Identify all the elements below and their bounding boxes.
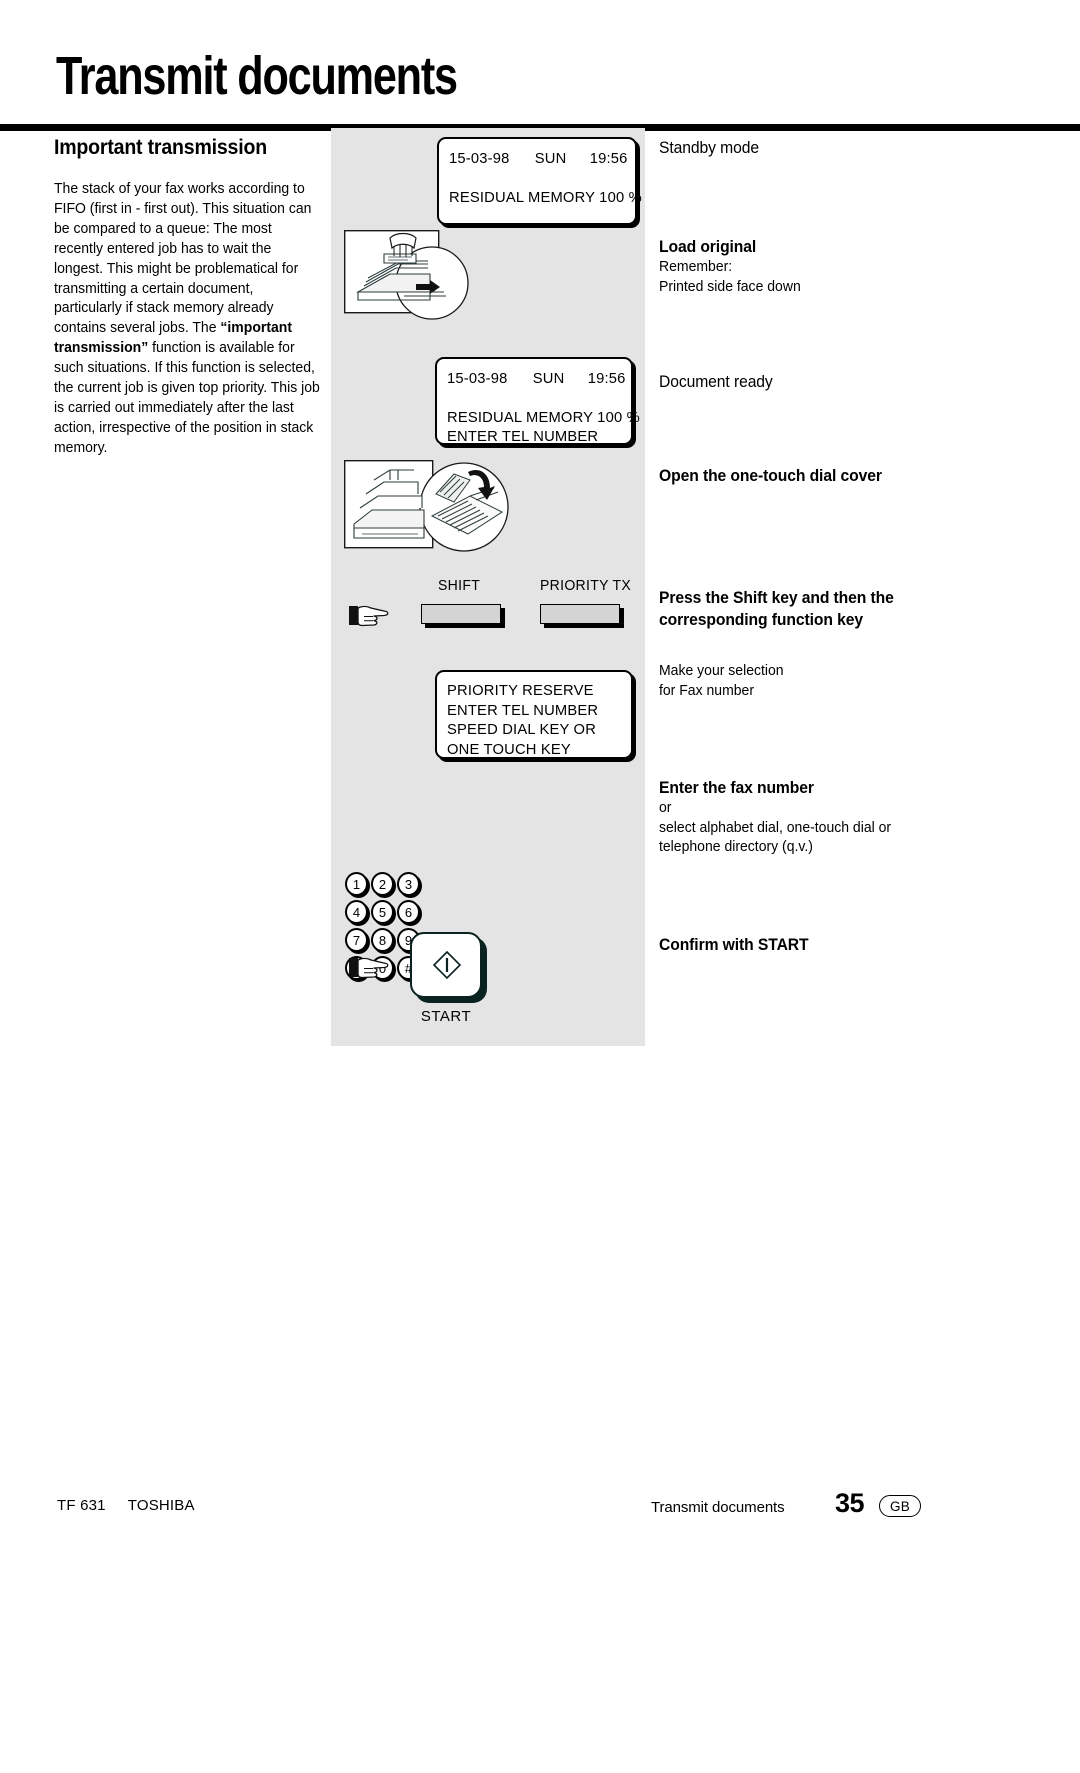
lcd3-line-2: ENTER TEL NUMBER — [447, 701, 599, 719]
lcd-display-document-ready: 15-03-98 SUN 19:56 RESIDUAL MEMORY 100 % E… — [435, 357, 640, 445]
instruction-document-ready: Document ready — [659, 371, 989, 393]
left-text-column: Important transmission The stack of your… — [54, 136, 322, 459]
instruction-line: Make your selection — [659, 663, 784, 679]
lcd1-date: 15-03-98 — [449, 150, 510, 167]
instruction-heading: Standby mode — [659, 139, 759, 157]
manual-page: Transmit documents Important transmissio… — [0, 0, 1080, 1773]
instruction-line: telephone directory (q.v.) — [659, 839, 813, 855]
footer-chapter: Transmit documents — [651, 1499, 785, 1516]
lcd2-prompt-row: ENTER TEL NUMBER — [447, 428, 599, 445]
instruction-heading: Load original — [659, 238, 757, 256]
keypad-row: 456 — [345, 900, 420, 924]
section-heading: Important transmission — [54, 136, 267, 159]
keypad-key[interactable]: 2 — [371, 872, 394, 896]
lcd2-status-row: 15-03-98 SUN 19:56 — [447, 370, 625, 387]
paragraph-text-2: function is available for such situation… — [54, 340, 320, 456]
keypad-key[interactable]: 3 — [397, 872, 420, 896]
lcd1-status-row: 15-03-98 SUN 19:56 — [449, 150, 629, 167]
footer-brand: TOSHIBA — [127, 1497, 195, 1514]
instruction-heading: Enter the fax number — [659, 779, 814, 797]
keypad-key[interactable]: 6 — [397, 900, 420, 924]
lcd3-line-4: ONE TOUCH KEY — [447, 741, 571, 759]
keypad-key[interactable]: 7 — [345, 928, 368, 952]
instruction-load-original: Load original Remember: Printed side fac… — [659, 236, 989, 297]
start-key-label: START — [420, 1008, 472, 1025]
start-button[interactable] — [410, 932, 482, 998]
lcd3-line-1: PRIORITY RESERVE — [447, 682, 594, 699]
keypad-key[interactable]: 8 — [371, 928, 394, 952]
keypad-row: 123 — [345, 872, 420, 896]
start-diamond-icon — [432, 950, 462, 980]
priority-tx-key[interactable] — [540, 604, 620, 624]
instruction-enter-fax-number: Enter the fax number or select alphabet … — [659, 777, 989, 858]
instruction-heading: Press the Shift key and then the corresp… — [659, 589, 894, 629]
pointing-hand-icon-start — [349, 957, 389, 979]
lcd2-time: 19:56 — [587, 370, 626, 387]
keypad-key[interactable]: 4 — [345, 900, 368, 924]
paragraph-text-1: The stack of your fax works according to… — [54, 181, 312, 337]
shift-key-label: SHIFT — [438, 578, 481, 594]
instruction-heading: Document ready — [659, 373, 773, 391]
instruction-heading: Confirm with START — [659, 936, 809, 954]
page-title: Transmit documents — [56, 46, 458, 106]
lcd2-day: SUN — [532, 370, 565, 387]
intro-paragraph: The stack of your fax works according to… — [54, 180, 322, 459]
instruction-confirm-start: Confirm with START — [659, 934, 989, 956]
lcd1-time: 19:56 — [589, 150, 628, 167]
page-footer: TF 631 TOSHIBA Transmit documents 35 GB — [0, 1488, 1080, 1532]
instruction-line: for Fax number — [659, 682, 754, 699]
instruction-heading: Open the one-touch dial cover — [659, 467, 882, 485]
shift-key[interactable] — [421, 604, 501, 624]
footer-page-number: 35 — [835, 1488, 865, 1518]
instruction-line: Remember: — [659, 259, 733, 275]
instruction-press-shift: Press the Shift key and then the corresp… — [659, 587, 919, 631]
lcd-display-priority-reserve: PRIORITY RESERVE ENTER TEL NUMBER SPEED … — [435, 670, 633, 759]
footer-locale-badge: GB — [879, 1495, 921, 1517]
instruction-line: select alphabet dial, one-touch dial or — [659, 819, 892, 836]
lcd1-memory-row: RESIDUAL MEMORY 100 % — [449, 189, 642, 206]
instruction-line: Printed side face down — [659, 278, 801, 295]
lcd3-line-3: SPEED DIAL KEY OR — [447, 721, 597, 739]
keypad-key[interactable]: 5 — [371, 900, 394, 924]
pointing-hand-icon — [349, 605, 389, 627]
lcd1-day: SUN — [534, 150, 567, 167]
load-original-illustration — [344, 230, 469, 320]
instruction-line: or — [659, 800, 672, 816]
lcd2-memory-row: RESIDUAL MEMORY 100 % — [447, 409, 640, 426]
footer-model: TF 631 — [57, 1497, 106, 1514]
footer-left: TF 631 TOSHIBA — [57, 1497, 195, 1514]
priority-tx-key-label: PRIORITY TX — [540, 578, 631, 594]
keypad-row: 789 — [345, 928, 420, 952]
keypad-key[interactable]: 1 — [345, 872, 368, 896]
lcd-display-standby: 15-03-98 SUN 19:56 RESIDUAL MEMORY 100 % — [437, 137, 642, 225]
instruction-open-cover: Open the one-touch dial cover — [659, 465, 989, 487]
instruction-standby: Standby mode — [659, 137, 989, 159]
open-cover-illustration — [344, 460, 509, 552]
instruction-make-selection: Make your selection for Fax number — [659, 662, 989, 701]
lcd2-date: 15-03-98 — [447, 370, 508, 387]
